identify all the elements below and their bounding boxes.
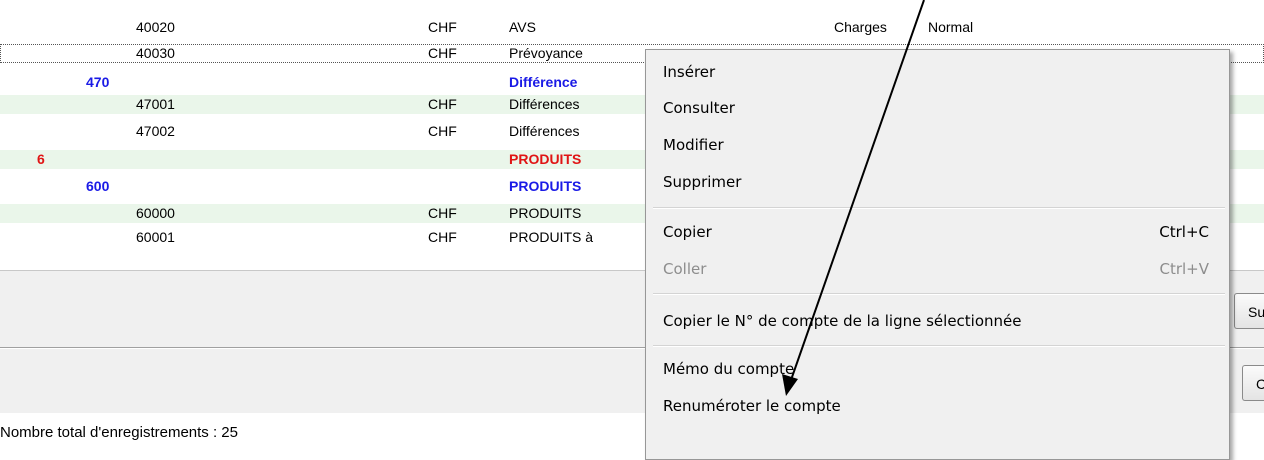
group-number: 470 <box>86 74 110 90</box>
side-button-top[interactable]: Su <box>1234 293 1264 329</box>
menu-item-label: Consulter <box>663 99 735 117</box>
menu-item-copier-numero-compte[interactable]: Copier le N° de compte de la ligne sélec… <box>663 306 1209 336</box>
currency: CHF <box>428 205 457 221</box>
account-number: 60001 <box>136 229 175 245</box>
menu-item-memo-compte[interactable]: Mémo du compte <box>663 354 1209 384</box>
account-number: 47001 <box>136 96 175 112</box>
menu-shortcut: Ctrl+V <box>1159 260 1209 278</box>
currency: CHF <box>428 45 457 61</box>
account-number: 40030 <box>136 45 175 61</box>
menu-item-renumeroter-compte[interactable]: Renuméroter le compte <box>663 391 1209 421</box>
account-number: 60000 <box>136 205 175 221</box>
menu-shortcut: Ctrl+C <box>1159 223 1209 241</box>
context-menu: Insérer Consulter Modifier Supprimer Cop… <box>645 49 1230 460</box>
side-button-bottom[interactable]: C <box>1242 365 1264 401</box>
record-count: Nombre total d'enregistrements : 25 <box>0 424 238 441</box>
account-label: Différences <box>509 96 580 112</box>
account-label: Différences <box>509 123 580 139</box>
currency: CHF <box>428 96 457 112</box>
group-label: PRODUITS <box>509 178 582 194</box>
table-row[interactable]: 40020 CHF AVS Charges Normal <box>0 18 1264 37</box>
menu-item-coller: Coller Ctrl+V <box>663 254 1209 284</box>
menu-item-label: Renuméroter le compte <box>663 397 841 415</box>
menu-item-label: Modifier <box>663 136 724 154</box>
class-label: PRODUITS <box>509 151 582 167</box>
account-type: Charges <box>834 19 887 35</box>
menu-item-label: Copier <box>663 223 712 241</box>
menu-separator <box>653 293 1225 295</box>
menu-item-label: Supprimer <box>663 173 742 191</box>
account-label: Prévoyance <box>509 45 583 61</box>
currency: CHF <box>428 123 457 139</box>
menu-item-label: Mémo du compte <box>663 360 795 378</box>
currency: CHF <box>428 19 457 35</box>
menu-item-consulter[interactable]: Consulter <box>663 93 1209 123</box>
group-label: Différence <box>509 74 578 90</box>
menu-item-label: Coller <box>663 260 707 278</box>
menu-item-modifier[interactable]: Modifier <box>663 130 1209 160</box>
menu-item-inserer[interactable]: Insérer <box>663 57 1209 87</box>
account-label: PRODUITS à <box>509 229 594 245</box>
account-number: 47002 <box>136 123 175 139</box>
menu-item-copier[interactable]: Copier Ctrl+C <box>663 217 1209 247</box>
class-number: 6 <box>37 151 45 167</box>
account-label: AVS <box>509 19 536 35</box>
menu-item-supprimer[interactable]: Supprimer <box>663 167 1209 197</box>
currency: CHF <box>428 229 457 245</box>
menu-separator <box>653 207 1225 209</box>
menu-separator <box>653 345 1225 347</box>
menu-item-label: Copier le N° de compte de la ligne sélec… <box>663 312 1022 330</box>
account-label: PRODUITS <box>509 205 582 221</box>
menu-item-label: Insérer <box>663 63 716 81</box>
group-number: 600 <box>86 178 110 194</box>
account-number: 40020 <box>136 19 175 35</box>
menu-gutter <box>646 50 650 459</box>
account-mode: Normal <box>928 19 974 35</box>
